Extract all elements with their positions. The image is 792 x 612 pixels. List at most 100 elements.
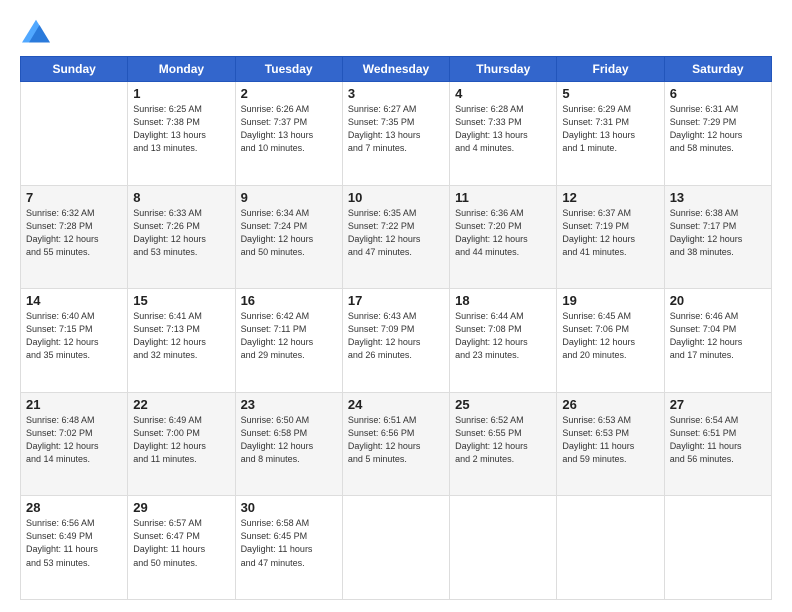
logo-icon (20, 18, 52, 46)
day-number: 30 (241, 500, 337, 515)
table-row: 14 Sunrise: 6:40 AMSunset: 7:15 PMDayligh… (21, 289, 128, 393)
weekday-header-row: Sunday Monday Tuesday Wednesday Thursday… (21, 57, 772, 82)
calendar-page: Sunday Monday Tuesday Wednesday Thursday… (0, 0, 792, 612)
day-number: 22 (133, 397, 229, 412)
table-row: 6 Sunrise: 6:31 AMSunset: 7:29 PMDaylight… (664, 82, 771, 186)
day-info: Sunrise: 6:26 AMSunset: 7:37 PMDaylight:… (241, 103, 337, 155)
day-number: 7 (26, 190, 122, 205)
calendar-week-row: 14 Sunrise: 6:40 AMSunset: 7:15 PMDayligh… (21, 289, 772, 393)
day-info: Sunrise: 6:36 AMSunset: 7:20 PMDaylight:… (455, 207, 551, 259)
header (20, 18, 772, 46)
day-number: 29 (133, 500, 229, 515)
table-row (557, 496, 664, 600)
header-sunday: Sunday (21, 57, 128, 82)
table-row: 28 Sunrise: 6:56 AMSunset: 6:49 PMDayligh… (21, 496, 128, 600)
table-row: 27 Sunrise: 6:54 AMSunset: 6:51 PMDayligh… (664, 392, 771, 496)
day-number: 1 (133, 86, 229, 101)
table-row: 13Sunrise: 6:38 AMSunset: 7:17 PMDayligh… (664, 185, 771, 289)
day-number: 18 (455, 293, 551, 308)
day-number: 20 (670, 293, 766, 308)
day-number: 14 (26, 293, 122, 308)
table-row: 8 Sunrise: 6:33 AMSunset: 7:26 PMDaylight… (128, 185, 235, 289)
day-number: 16 (241, 293, 337, 308)
table-row: 16 Sunrise: 6:42 AMSunset: 7:11 PMDayligh… (235, 289, 342, 393)
table-row (342, 496, 449, 600)
table-row: 24 Sunrise: 6:51 AMSunset: 6:56 PMDayligh… (342, 392, 449, 496)
day-info: Sunrise: 6:40 AMSunset: 7:15 PMDaylight:… (26, 310, 122, 362)
header-friday: Friday (557, 57, 664, 82)
day-number: 9 (241, 190, 337, 205)
day-info: Sunrise: 6:42 AMSunset: 7:11 PMDaylight:… (241, 310, 337, 362)
day-number: 3 (348, 86, 444, 101)
day-number: 27 (670, 397, 766, 412)
day-number: 25 (455, 397, 551, 412)
day-number: 17 (348, 293, 444, 308)
header-saturday: Saturday (664, 57, 771, 82)
table-row: 15 Sunrise: 6:41 AMSunset: 7:13 PMDayligh… (128, 289, 235, 393)
day-number: 11 (455, 190, 551, 205)
day-number: 4 (455, 86, 551, 101)
table-row: 22 Sunrise: 6:49 AMSunset: 7:00 PMDayligh… (128, 392, 235, 496)
table-row: 7 Sunrise: 6:32 AMSunset: 7:28 PMDaylight… (21, 185, 128, 289)
day-info: Sunrise: 6:31 AMSunset: 7:29 PMDaylight:… (670, 103, 766, 155)
day-info: Sunrise: 6:53 AMSunset: 6:53 PMDaylight:… (562, 414, 658, 466)
day-info: Sunrise: 6:54 AMSunset: 6:51 PMDaylight:… (670, 414, 766, 466)
table-row (21, 82, 128, 186)
table-row: 29Sunrise: 6:57 AMSunset: 6:47 PMDayligh… (128, 496, 235, 600)
table-row: 19 Sunrise: 6:45 AMSunset: 7:06 PMDayligh… (557, 289, 664, 393)
day-info: Sunrise: 6:58 AMSunset: 6:45 PMDaylight:… (241, 517, 337, 569)
table-row: 23 Sunrise: 6:50 AMSunset: 6:58 PMDayligh… (235, 392, 342, 496)
day-info: Sunrise: 6:56 AMSunset: 6:49 PMDaylight:… (26, 517, 122, 569)
day-number: 10 (348, 190, 444, 205)
header-thursday: Thursday (450, 57, 557, 82)
day-number: 5 (562, 86, 658, 101)
day-info: Sunrise: 6:34 AMSunset: 7:24 PMDaylight:… (241, 207, 337, 259)
day-info: Sunrise: 6:28 AMSunset: 7:33 PMDaylight:… (455, 103, 551, 155)
header-tuesday: Tuesday (235, 57, 342, 82)
day-info: Sunrise: 6:43 AMSunset: 7:09 PMDaylight:… (348, 310, 444, 362)
day-info: Sunrise: 6:46 AMSunset: 7:04 PMDaylight:… (670, 310, 766, 362)
header-wednesday: Wednesday (342, 57, 449, 82)
day-info: Sunrise: 6:37 AMSunset: 7:19 PMDaylight:… (562, 207, 658, 259)
day-info: Sunrise: 6:49 AMSunset: 7:00 PMDaylight:… (133, 414, 229, 466)
table-row: 10Sunrise: 6:35 AMSunset: 7:22 PMDayligh… (342, 185, 449, 289)
day-info: Sunrise: 6:44 AMSunset: 7:08 PMDaylight:… (455, 310, 551, 362)
day-info: Sunrise: 6:45 AMSunset: 7:06 PMDaylight:… (562, 310, 658, 362)
day-number: 23 (241, 397, 337, 412)
day-number: 12 (562, 190, 658, 205)
table-row: 17 Sunrise: 6:43 AMSunset: 7:09 PMDayligh… (342, 289, 449, 393)
day-number: 19 (562, 293, 658, 308)
day-number: 21 (26, 397, 122, 412)
day-info: Sunrise: 6:27 AMSunset: 7:35 PMDaylight:… (348, 103, 444, 155)
table-row: 20 Sunrise: 6:46 AMSunset: 7:04 PMDayligh… (664, 289, 771, 393)
day-number: 26 (562, 397, 658, 412)
calendar-week-row: 28 Sunrise: 6:56 AMSunset: 6:49 PMDayligh… (21, 496, 772, 600)
table-row: 11 Sunrise: 6:36 AMSunset: 7:20 PMDayligh… (450, 185, 557, 289)
day-info: Sunrise: 6:51 AMSunset: 6:56 PMDaylight:… (348, 414, 444, 466)
table-row: 3 Sunrise: 6:27 AMSunset: 7:35 PMDaylight… (342, 82, 449, 186)
table-row: 9 Sunrise: 6:34 AMSunset: 7:24 PMDaylight… (235, 185, 342, 289)
table-row (664, 496, 771, 600)
calendar-week-row: 21 Sunrise: 6:48 AMSunset: 7:02 PMDayligh… (21, 392, 772, 496)
table-row: 21 Sunrise: 6:48 AMSunset: 7:02 PMDayligh… (21, 392, 128, 496)
calendar-week-row: 7 Sunrise: 6:32 AMSunset: 7:28 PMDaylight… (21, 185, 772, 289)
day-info: Sunrise: 6:25 AMSunset: 7:38 PMDaylight:… (133, 103, 229, 155)
table-row: 2Sunrise: 6:26 AMSunset: 7:37 PMDaylight… (235, 82, 342, 186)
day-number: 28 (26, 500, 122, 515)
day-info: Sunrise: 6:41 AMSunset: 7:13 PMDaylight:… (133, 310, 229, 362)
table-row: 4 Sunrise: 6:28 AMSunset: 7:33 PMDaylight… (450, 82, 557, 186)
day-info: Sunrise: 6:50 AMSunset: 6:58 PMDaylight:… (241, 414, 337, 466)
day-number: 24 (348, 397, 444, 412)
day-info: Sunrise: 6:38 AMSunset: 7:17 PMDaylight:… (670, 207, 766, 259)
day-info: Sunrise: 6:32 AMSunset: 7:28 PMDaylight:… (26, 207, 122, 259)
day-number: 6 (670, 86, 766, 101)
day-info: Sunrise: 6:33 AMSunset: 7:26 PMDaylight:… (133, 207, 229, 259)
day-number: 15 (133, 293, 229, 308)
day-info: Sunrise: 6:48 AMSunset: 7:02 PMDaylight:… (26, 414, 122, 466)
table-row: 5 Sunrise: 6:29 AMSunset: 7:31 PMDaylight… (557, 82, 664, 186)
day-number: 8 (133, 190, 229, 205)
calendar-week-row: 1 Sunrise: 6:25 AMSunset: 7:38 PMDaylight… (21, 82, 772, 186)
day-info: Sunrise: 6:29 AMSunset: 7:31 PMDaylight:… (562, 103, 658, 155)
table-row: 1 Sunrise: 6:25 AMSunset: 7:38 PMDaylight… (128, 82, 235, 186)
calendar-table: Sunday Monday Tuesday Wednesday Thursday… (20, 56, 772, 600)
